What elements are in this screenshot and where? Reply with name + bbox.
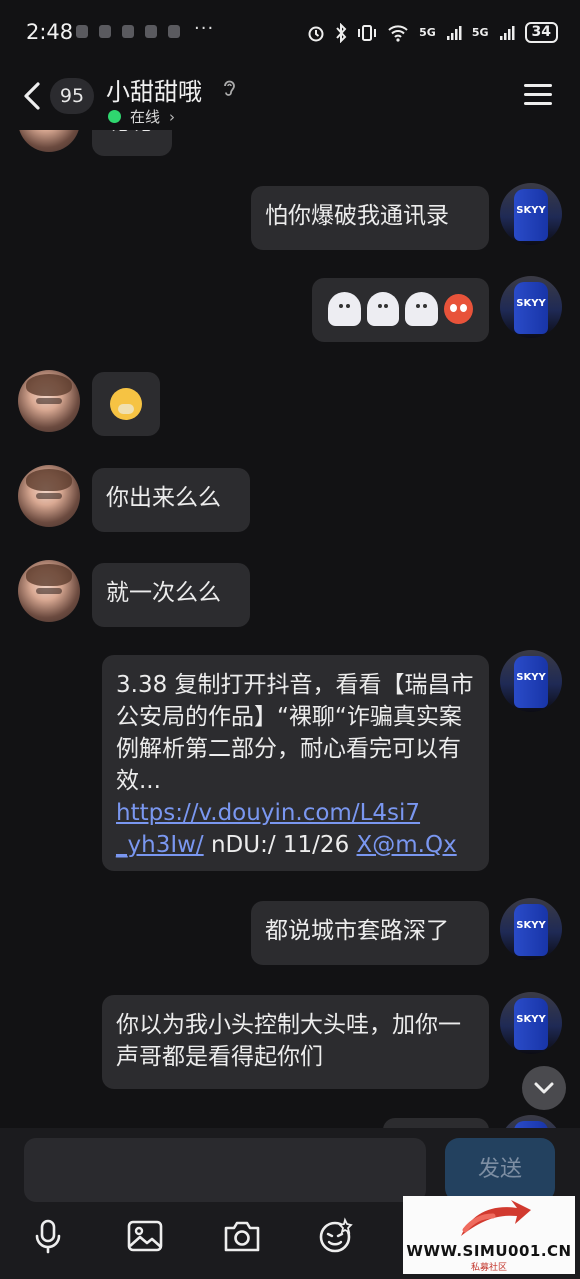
more-notifications: ··· xyxy=(194,18,215,39)
my-avatar[interactable]: SKYY xyxy=(500,898,562,960)
ghost-emoji xyxy=(366,292,400,326)
bluetooth-icon xyxy=(336,22,347,43)
watermark-subtitle: 私募社区 xyxy=(470,1263,507,1273)
status-time: 2:48 xyxy=(26,20,74,44)
online-dot xyxy=(108,110,121,123)
contact-avatar[interactable] xyxy=(18,560,80,622)
unread-count-badge[interactable]: 95 xyxy=(50,78,94,114)
contact-name[interactable]: 小甜甜哦 xyxy=(106,72,202,107)
send-button[interactable]: 发送 xyxy=(445,1138,555,1202)
app-notification-icon xyxy=(122,25,134,38)
scroll-to-bottom-button[interactable] xyxy=(522,1066,566,1110)
message-text: 就一次么么 xyxy=(106,580,221,606)
contact-avatar[interactable] xyxy=(18,370,80,432)
my-avatar[interactable] xyxy=(500,1115,562,1128)
my-avatar[interactable]: SKYY xyxy=(500,650,562,712)
message-bubble-outgoing[interactable]: 3.38 复制打开抖音，看看【瑞昌市公安局的作品】“裸聊“诈骗真实案例解析第二部… xyxy=(102,655,489,871)
sticker-icon[interactable] xyxy=(316,1216,356,1256)
contact-avatar[interactable] xyxy=(18,465,80,527)
app-notification-icon xyxy=(76,25,88,38)
message-bubble-outgoing[interactable]: 都说城市套路深了 xyxy=(251,901,489,965)
message-text: 呢呢 xyxy=(106,130,152,135)
code-link[interactable]: X@m.Qx xyxy=(357,832,457,858)
camera-icon[interactable] xyxy=(222,1216,262,1256)
ghost-emoji xyxy=(328,292,361,326)
simu-logo-icon xyxy=(461,1200,531,1236)
message-bubble-incoming[interactable]: 呢呢 xyxy=(92,130,172,156)
battery-indicator: 34 xyxy=(524,22,558,43)
back-icon[interactable] xyxy=(18,76,48,116)
douyin-link[interactable]: https://v.douyin.com/L4si7 xyxy=(116,800,420,826)
my-avatar[interactable]: SKYY xyxy=(500,183,562,245)
message-text: 你以为我小头控制大头哇，加你一声哥都是看得起你们 xyxy=(116,1012,461,1070)
earpiece-icon[interactable] xyxy=(221,78,237,98)
app-notification-icon xyxy=(168,25,180,38)
presence-status[interactable]: 在线 › xyxy=(108,106,175,127)
chevron-right-icon: › xyxy=(169,107,176,126)
message-text: 都说城市套路深了 xyxy=(265,918,449,944)
signal-5g-label: 5G xyxy=(419,26,436,39)
ghost-emoji xyxy=(405,292,439,326)
message-bubble-incoming[interactable]: 就一次么么 xyxy=(92,563,250,627)
message-bubble-incoming[interactable]: 你出来么么 xyxy=(92,468,250,532)
signal-5g-label: 5G xyxy=(471,26,489,39)
message-bubble-outgoing[interactable] xyxy=(383,1118,489,1128)
app-notification-icon xyxy=(145,25,157,38)
signal-bars-icon xyxy=(499,25,515,40)
chat-header: 95 小甜甜哦 在线 › xyxy=(0,64,580,130)
wifi-icon xyxy=(388,24,408,42)
message-text: 怕你爆破我通讯录 xyxy=(265,203,449,229)
my-avatar[interactable]: SKYY xyxy=(500,992,562,1054)
vibrate-icon xyxy=(358,24,377,41)
contact-avatar[interactable] xyxy=(18,130,80,152)
signal-bars-icon xyxy=(446,25,462,40)
chevron-down-icon xyxy=(534,1082,554,1094)
worried-emoji xyxy=(110,388,142,420)
watermark: WWW.SIMU001.CN 私募社区 xyxy=(403,1196,575,1274)
notification-icons xyxy=(76,25,180,38)
message-bubble-outgoing[interactable] xyxy=(312,278,489,342)
message-text-middle: nDU:/ 11/26 xyxy=(203,832,357,858)
microphone-icon[interactable] xyxy=(28,1216,68,1256)
message-bubble-incoming[interactable] xyxy=(92,372,160,436)
presence-label: 在线 xyxy=(130,108,161,126)
app-notification-icon xyxy=(99,25,111,38)
message-bubble-outgoing[interactable]: 你以为我小头控制大头哇，加你一声哥都是看得起你们 xyxy=(102,995,489,1089)
douyin-link-continued[interactable]: _yh3Iw/ xyxy=(116,832,204,858)
message-bubble-outgoing[interactable]: 怕你爆破我通讯录 xyxy=(251,186,489,250)
status-right: 5G 5G 34 xyxy=(307,22,558,43)
image-icon[interactable] xyxy=(125,1216,165,1256)
message-text: 3.38 复制打开抖音，看看【瑞昌市公安局的作品】“裸聊“诈骗真实案例解析第二部… xyxy=(116,672,474,794)
menu-icon[interactable] xyxy=(524,84,552,108)
status-bar: 2:48 ··· 5G 5G 34 xyxy=(0,0,580,64)
watermark-url: WWW.SIMU001.CN xyxy=(406,1242,572,1260)
chat-messages[interactable]: 呢呢 怕你爆破我通讯录 SKYY SKYY 你出来么么 就一次么么 3.38 复… xyxy=(0,130,580,1128)
alarm-icon xyxy=(308,26,324,41)
my-avatar[interactable]: SKYY xyxy=(500,276,562,338)
message-input[interactable] xyxy=(24,1138,426,1202)
message-text: 你出来么么 xyxy=(106,485,221,511)
flushed-emoji xyxy=(444,294,474,324)
